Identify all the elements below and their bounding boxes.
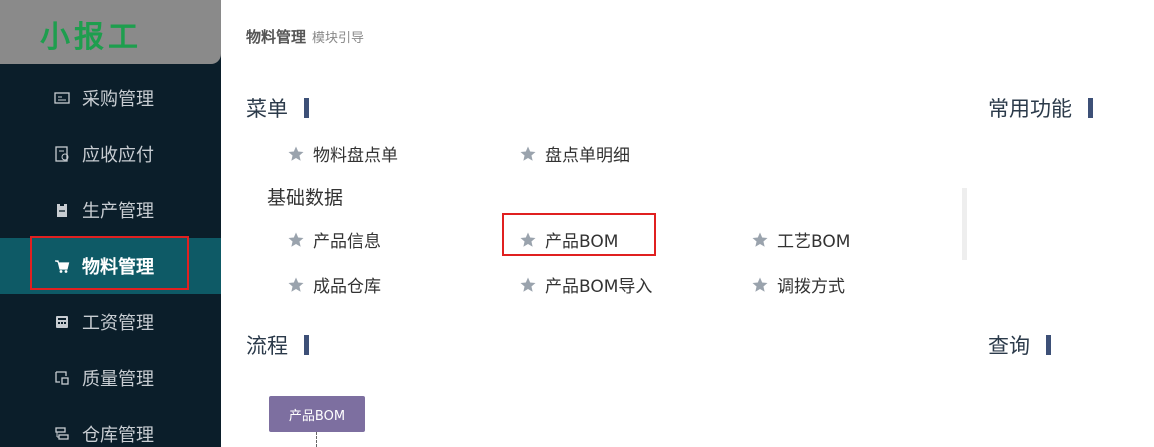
- flow-connector: [316, 432, 317, 447]
- clipboard-icon: [57, 203, 67, 217]
- warehouse-icon: [55, 427, 69, 440]
- inspect-icon: [55, 371, 69, 385]
- menu-item-label: 成品仓库: [313, 277, 381, 297]
- star-icon[interactable]: [751, 276, 769, 294]
- sidebar-item-receivable[interactable]: 应收应付: [0, 126, 221, 182]
- sidebar-item-label: 采购管理: [82, 89, 154, 110]
- menu-item-label: 盘点单明细: [545, 146, 630, 166]
- section-flow: 流程: [246, 330, 309, 360]
- calculator-icon: [56, 316, 68, 328]
- star-icon[interactable]: [287, 231, 305, 249]
- sidebar-item-label: 质量管理: [82, 369, 154, 390]
- section-bar: [304, 335, 309, 355]
- menu-item-product-info[interactable]: 产品信息: [287, 227, 381, 252]
- scrollbar[interactable]: [962, 188, 967, 260]
- breadcrumb-current: 物料管理: [246, 28, 307, 46]
- star-icon[interactable]: [519, 145, 537, 163]
- menu-item-label: 物料盘点单: [313, 146, 398, 166]
- menu-item-inventory-check[interactable]: 物料盘点单: [287, 141, 398, 166]
- menu-item-label: 产品BOM导入: [545, 277, 653, 297]
- breadcrumb: 物料管理 模块引导: [246, 26, 364, 47]
- sidebar-item-warehouse[interactable]: 仓库管理: [0, 406, 221, 447]
- star-icon[interactable]: [751, 231, 769, 249]
- sidebar-item-production[interactable]: 生产管理: [0, 182, 221, 238]
- section-bar: [304, 98, 309, 118]
- menu-item-label: 调拨方式: [777, 277, 845, 297]
- section-title: 流程: [246, 334, 288, 358]
- menu-item-label: 产品信息: [313, 232, 381, 252]
- sidebar-item-label: 生产管理: [82, 201, 154, 222]
- section-bar: [1046, 335, 1051, 355]
- section-title: 常用功能: [988, 97, 1072, 121]
- menu-item-label: 工艺BOM: [777, 232, 851, 252]
- sidebar-item-quality[interactable]: 质量管理: [0, 350, 221, 406]
- highlight-box-sidebar: [30, 236, 189, 290]
- menu-item-inventory-detail[interactable]: 盘点单明细: [519, 141, 630, 166]
- section-bar: [1088, 98, 1093, 118]
- star-icon[interactable]: [287, 145, 305, 163]
- ledger-icon: [55, 146, 69, 162]
- menu-group-title: 基础数据: [267, 187, 344, 209]
- section-title: 菜单: [246, 97, 288, 121]
- logo: 小报工: [0, 0, 221, 64]
- section-menu: 菜单: [246, 93, 309, 123]
- sidebar-item-salary[interactable]: 工资管理: [0, 294, 221, 350]
- section-query: 查询: [988, 330, 1051, 360]
- sidebar-item-label: 工资管理: [82, 313, 154, 334]
- section-title: 查询: [988, 334, 1030, 358]
- star-icon[interactable]: [519, 276, 537, 294]
- menu-item-bom-import[interactable]: 产品BOM导入: [519, 272, 652, 297]
- menu-item-finished-warehouse[interactable]: 成品仓库: [287, 272, 381, 297]
- sidebar: 小报工 采购管理 应收应付 生产管理 物料管理 工资管理 质量管理 仓库管理: [0, 0, 221, 447]
- menu-item-transfer-method[interactable]: 调拨方式: [751, 272, 845, 297]
- menu-item-process-bom[interactable]: 工艺BOM: [751, 227, 850, 252]
- sidebar-item-purchase[interactable]: 采购管理: [0, 70, 221, 126]
- breadcrumb-subtitle: 模块引导: [312, 31, 365, 46]
- logo-text: 小报工: [40, 20, 142, 55]
- star-icon[interactable]: [287, 276, 305, 294]
- highlight-box-menu: [502, 213, 656, 256]
- flow-node-product-bom[interactable]: 产品BOM: [269, 396, 365, 432]
- sidebar-item-label: 仓库管理: [82, 425, 154, 446]
- section-common: 常用功能: [988, 93, 1093, 123]
- sidebar-item-label: 应收应付: [82, 145, 154, 166]
- receipt-icon: [54, 92, 70, 104]
